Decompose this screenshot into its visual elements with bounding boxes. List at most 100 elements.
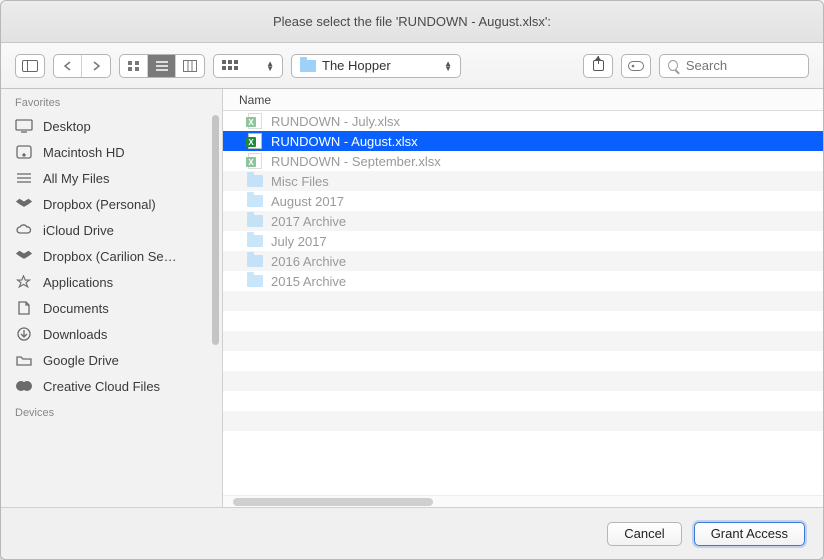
excel-file-icon (247, 113, 263, 129)
dialog-title: Please select the file 'RUNDOWN - August… (273, 14, 551, 29)
footer: Cancel Grant Access (1, 507, 823, 559)
folder-icon (247, 173, 263, 189)
grant-access-button[interactable]: Grant Access (694, 522, 805, 546)
file-row[interactable]: 2016 Archive (223, 251, 823, 271)
back-button[interactable] (54, 55, 82, 77)
file-list[interactable]: RUNDOWN - July.xlsx RUNDOWN - August.xlsx… (223, 111, 823, 495)
empty-row (223, 351, 823, 371)
sidebar-item-label: Desktop (43, 119, 91, 134)
file-pane: Name RUNDOWN - July.xlsx RUNDOWN - August… (223, 89, 823, 507)
column-view-button[interactable] (176, 55, 204, 77)
sidebar-item-creative-cloud-files[interactable]: Creative Cloud Files (1, 373, 222, 399)
scrollbar-thumb[interactable] (233, 498, 433, 506)
sidebar-item-documents[interactable]: Documents (1, 295, 222, 321)
file-name: RUNDOWN - August.xlsx (271, 134, 418, 149)
file-name: 2015 Archive (271, 274, 346, 289)
empty-row (223, 331, 823, 351)
titlebar: Please select the file 'RUNDOWN - August… (1, 1, 823, 43)
view-mode-buttons (119, 54, 205, 78)
downloads-icon (15, 326, 33, 342)
icloud-icon (15, 222, 33, 238)
cancel-button[interactable]: Cancel (607, 522, 681, 546)
file-name: Misc Files (271, 174, 329, 189)
sidebar-item-google-drive[interactable]: Google Drive (1, 347, 222, 373)
sidebar-item-dropbox-carilion-se[interactable]: Dropbox (Carilion Se… (1, 243, 222, 269)
empty-row (223, 291, 823, 311)
empty-row (223, 391, 823, 411)
file-name: RUNDOWN - September.xlsx (271, 154, 441, 169)
sidebar-toggle-button[interactable] (15, 54, 45, 78)
file-name: RUNDOWN - July.xlsx (271, 114, 400, 129)
folder-icon (247, 273, 263, 289)
tags-button[interactable] (621, 54, 651, 78)
folder-icon (300, 60, 316, 72)
disk-icon (15, 144, 33, 160)
file-name: July 2017 (271, 234, 327, 249)
sidebar-item-label: Downloads (43, 327, 107, 342)
empty-row (223, 371, 823, 391)
sidebar-section-label: Favorites (1, 89, 222, 113)
chevron-updown-icon: ▲▼ (266, 61, 274, 71)
sidebar-item-applications[interactable]: Applications (1, 269, 222, 295)
confirm-label: Grant Access (711, 526, 788, 541)
search-input[interactable] (684, 57, 800, 74)
folder-icon (247, 213, 263, 229)
column-header-label: Name (239, 93, 271, 107)
content-area: Favorites Desktop Macintosh HD All My Files… (1, 89, 823, 507)
sidebar-item-all-my-files[interactable]: All My Files (1, 165, 222, 191)
forward-button[interactable] (82, 55, 110, 77)
folder-icon (15, 352, 33, 368)
toolbar: ▲▼ The Hopper ▲▼ (1, 43, 823, 89)
excel-file-icon (247, 153, 263, 169)
folder-icon (247, 253, 263, 269)
list-view-button[interactable] (148, 55, 176, 77)
sidebar-item-downloads[interactable]: Downloads (1, 321, 222, 347)
location-dropdown[interactable]: The Hopper ▲▼ (291, 54, 461, 78)
sidebar-item-label: Documents (43, 301, 109, 316)
file-name: August 2017 (271, 194, 344, 209)
group-icon (222, 60, 238, 72)
desktop-icon (15, 118, 33, 134)
search-field[interactable] (659, 54, 809, 78)
cc-icon (15, 378, 33, 394)
dropbox-icon (15, 248, 33, 264)
file-row[interactable]: RUNDOWN - September.xlsx (223, 151, 823, 171)
dropbox-icon (15, 196, 33, 212)
tags-icon (628, 61, 644, 71)
group-by-dropdown[interactable]: ▲▼ (213, 54, 283, 78)
file-name: 2017 Archive (271, 214, 346, 229)
folder-icon (247, 233, 263, 249)
sidebar-item-label: Dropbox (Carilion Se… (43, 249, 177, 264)
empty-row (223, 311, 823, 331)
chevron-updown-icon: ▲▼ (444, 61, 452, 71)
nav-buttons (53, 54, 111, 78)
sidebar-item-dropbox-personal[interactable]: Dropbox (Personal) (1, 191, 222, 217)
documents-icon (15, 300, 33, 316)
file-row[interactable]: 2015 Archive (223, 271, 823, 291)
sidebar-item-icloud-drive[interactable]: iCloud Drive (1, 217, 222, 243)
icon-view-button[interactable] (120, 55, 148, 77)
search-icon (668, 60, 678, 71)
file-row[interactable]: 2017 Archive (223, 211, 823, 231)
share-button[interactable] (583, 54, 613, 78)
sidebar-item-label: Macintosh HD (43, 145, 125, 160)
file-row[interactable]: Misc Files (223, 171, 823, 191)
sidebar-item-label: Dropbox (Personal) (43, 197, 156, 212)
sidebar[interactable]: Favorites Desktop Macintosh HD All My Files… (1, 89, 223, 507)
sidebar-toggle-icon (16, 55, 44, 77)
file-row[interactable]: RUNDOWN - July.xlsx (223, 111, 823, 131)
column-header-name[interactable]: Name (223, 89, 823, 111)
excel-file-icon (247, 133, 263, 149)
file-row[interactable]: July 2017 (223, 231, 823, 251)
sidebar-item-macintosh-hd[interactable]: Macintosh HD (1, 139, 222, 165)
empty-row (223, 411, 823, 431)
horizontal-scrollbar[interactable] (223, 495, 823, 507)
file-dialog: Please select the file 'RUNDOWN - August… (0, 0, 824, 560)
file-row[interactable]: August 2017 (223, 191, 823, 211)
sidebar-item-label: Google Drive (43, 353, 119, 368)
share-icon (593, 60, 604, 71)
file-row[interactable]: RUNDOWN - August.xlsx (223, 131, 823, 151)
folder-icon (247, 193, 263, 209)
sidebar-scrollbar[interactable] (212, 115, 219, 345)
sidebar-item-desktop[interactable]: Desktop (1, 113, 222, 139)
